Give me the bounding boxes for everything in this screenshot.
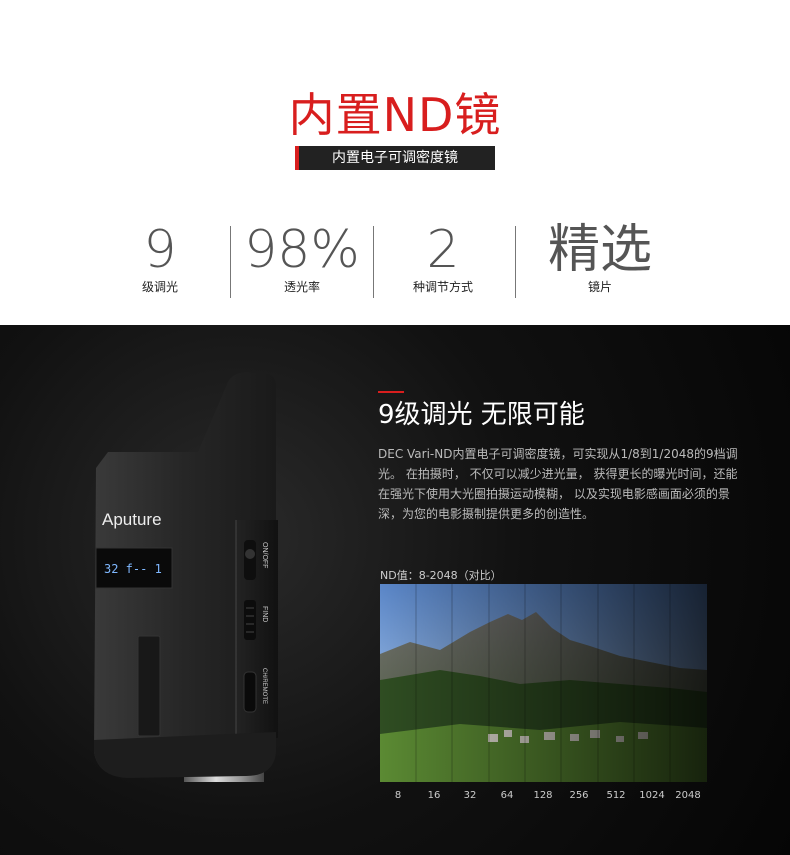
nd-scale: 8 16 32 64 128 256 512 1024 2048 xyxy=(380,790,707,804)
nd-value: 128 xyxy=(533,790,553,801)
comparison-title: ND值：8-2048（对比） xyxy=(380,569,502,582)
display-readout: 32 f-- 1 xyxy=(104,562,162,576)
stat-label: 透光率 xyxy=(283,280,320,294)
nd-value: 32 xyxy=(463,790,477,801)
switch-label: ON/OFF xyxy=(261,542,268,568)
stat-value: 精选 xyxy=(547,220,652,280)
device-side-panel xyxy=(236,520,278,738)
aputure-device-image: Aputure 32 f-- 1 ON/OFF FIND CH/REMOTE xyxy=(94,372,278,782)
stat-transmittance: 98% 透光率 xyxy=(232,222,372,295)
nd-value: 512 xyxy=(606,790,626,801)
brand-logo: Aputure xyxy=(102,510,162,529)
stats-row: 9 级调光 98% 透光率 2 种调节方式 精选 镜片 xyxy=(110,222,680,302)
heading-accent xyxy=(378,391,404,393)
nd-gradient-overlay xyxy=(380,584,707,782)
find-wheel[interactable] xyxy=(244,600,256,640)
stat-levels: 9 级调光 xyxy=(90,222,230,295)
top-section: 内置ND镜 内置电子可调密度镜 9 级调光 98% 透光率 2 种调节方式 精选… xyxy=(0,0,790,325)
accessory-slot xyxy=(137,635,161,737)
nd-comparison-image xyxy=(380,584,707,782)
stat-label: 镜片 xyxy=(587,280,612,294)
stat-divider xyxy=(230,226,231,298)
subtitle-bar: 内置电子可调密度镜 xyxy=(295,146,495,170)
stat-modes: 2 种调节方式 xyxy=(373,222,513,295)
find-label: FIND xyxy=(261,606,268,622)
nd-value: 1024 xyxy=(639,790,665,801)
stat-divider xyxy=(515,226,516,298)
nd-value: 64 xyxy=(500,790,514,801)
stat-lens: 精选 镜片 xyxy=(530,222,670,295)
feature-heading: 9级调光 无限可能 xyxy=(378,400,585,430)
nd-value: 256 xyxy=(569,790,589,801)
feature-paragraph: DEC Vari-ND内置电子可调密度镜，可实现从1/8到1/2048的9档调光… xyxy=(378,447,738,521)
stat-label: 种调节方式 xyxy=(412,280,473,294)
stat-value: 2 xyxy=(426,220,460,280)
nd-value: 8 xyxy=(394,790,402,801)
stat-label: 级调光 xyxy=(141,280,178,294)
nd-value: 16 xyxy=(427,790,441,801)
nd-value: 2048 xyxy=(675,790,701,801)
subtitle-text: 内置电子可调密度镜 xyxy=(332,150,458,166)
device-base xyxy=(94,732,276,778)
stat-value: 9 xyxy=(143,220,177,280)
stat-value: 98% xyxy=(244,220,360,280)
power-switch[interactable] xyxy=(244,540,256,580)
page-title: 内置ND镜 xyxy=(288,88,502,142)
usb-port[interactable] xyxy=(243,671,257,713)
port-label: CH/REMOTE xyxy=(261,668,267,704)
subtitle-accent xyxy=(295,146,299,170)
switch-knob[interactable] xyxy=(245,549,255,559)
